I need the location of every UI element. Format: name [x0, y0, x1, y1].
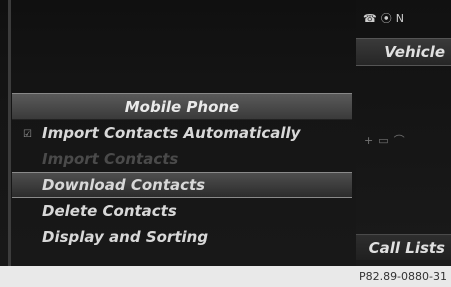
hangup-icon: ⌒ — [393, 134, 405, 147]
menu-item-delete-contacts[interactable]: Delete Contacts — [12, 198, 352, 224]
plus-icon: + — [364, 133, 374, 147]
mobile-phone-menu: Mobile Phone ☑ Import Contacts Automatic… — [12, 93, 352, 250]
menu-item-display-and-sorting[interactable]: Display and Sorting — [12, 224, 352, 250]
antenna-icon: ⦿ — [380, 12, 392, 25]
handsfree-icon: ▭ — [378, 133, 389, 147]
head-unit-screen: ☎ ⦿ N Vehicle + ▭ ⌒ Mobile Phone ☑ Impor… — [0, 0, 451, 266]
vehicle-button[interactable]: Vehicle — [356, 38, 451, 66]
menu-item-import-contacts: Import Contacts — [12, 146, 352, 172]
menu-item-label: Display and Sorting — [42, 228, 209, 246]
figure-caption: P82.89-0880-31 — [0, 266, 451, 287]
menu-title: Mobile Phone — [12, 93, 352, 120]
checkbox-checked-icon: ☑ — [23, 129, 32, 140]
status-bar: ☎ ⦿ N — [363, 8, 443, 28]
menu-item-label: Delete Contacts — [42, 202, 177, 220]
menu-item-label: Import Contacts — [42, 150, 179, 168]
left-frame-line — [8, 0, 11, 266]
menu-item-label: Import Contacts Automatically — [42, 124, 301, 142]
signal-label: N — [395, 11, 404, 25]
call-status-row: + ▭ ⌒ — [364, 128, 444, 152]
menu-item-label: Download Contacts — [42, 176, 206, 194]
phone-handset-icon: ☎ — [363, 11, 377, 25]
menu-item-import-contacts-automatically[interactable]: ☑ Import Contacts Automatically — [12, 120, 352, 146]
menu-item-download-contacts[interactable]: Download Contacts — [12, 172, 352, 198]
figure-id: P82.89-0880-31 — [358, 270, 447, 283]
call-lists-button[interactable]: Call Lists — [356, 234, 451, 260]
